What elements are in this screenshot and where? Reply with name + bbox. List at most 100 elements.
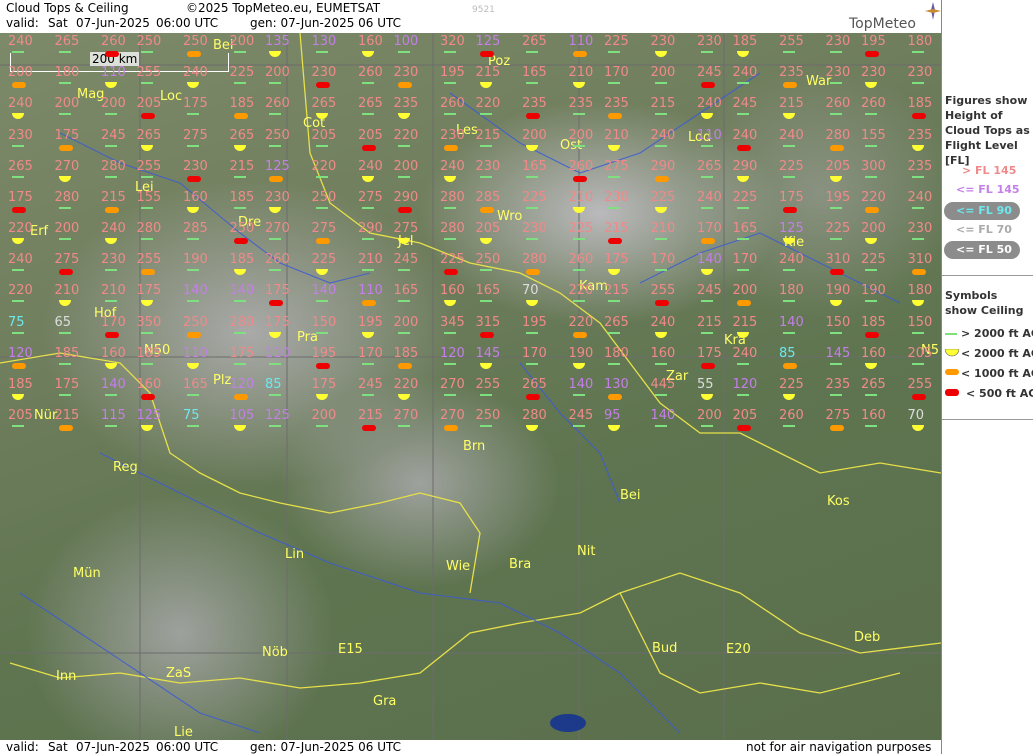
cloud-top-value: 280 [136,221,162,237]
ceiling-symbol [526,113,540,120]
footer-valid-label: valid: [6,740,39,754]
cloud-top-value: 245 [393,252,419,268]
cloud-top-value: 315 [475,314,501,330]
ceiling-symbol [654,144,667,147]
cloud-top-value: 260 [568,158,594,174]
cloud-top-value: 240 [440,158,465,174]
ceiling-symbol [654,362,667,365]
cloud-top-value: 265 [697,158,722,174]
ceiling-symbol [444,144,458,151]
ceiling-symbol [608,238,622,245]
cloud-top-value: 225 [229,65,255,81]
ceiling-symbol [58,425,73,432]
ceiling-symbol [105,113,117,116]
ceiling-symbol [526,175,538,178]
ceiling-symbol [105,300,117,303]
ceiling-symbol [12,300,24,303]
ceiling-symbol [608,113,622,120]
cloud-top-value: 275 [358,189,383,205]
ceiling-symbol [572,393,585,396]
ceiling-symbol [58,269,73,276]
ceiling-symbol [736,82,749,85]
ceiling-symbol [701,82,715,89]
cloud-top-value: 290 [393,189,419,205]
ceiling-symbol [397,425,410,428]
cloud-top-value: 285 [183,221,208,237]
cloud-top-value: 215 [779,96,804,112]
ceiling-symbol [701,144,713,147]
valid-label: valid: [6,16,39,30]
cloud-top-value: 280 [522,252,547,268]
cloud-top-value: 255 [136,158,162,174]
cloud-top-value: 165 [522,65,547,81]
ceiling-symbol [865,331,879,338]
ceiling-symbol [58,362,71,365]
cloud-top-value: 205 [825,158,851,174]
ceiling-symbol [783,206,797,213]
ceiling-symbol [783,175,795,178]
cloud-top-value: 65 [54,314,72,330]
cloud-top-value: 215 [358,408,383,424]
ceiling-symbol [58,82,71,85]
ceiling-symbol [187,113,199,116]
ceiling-symbol [829,82,842,85]
ceiling-symbol [829,393,842,396]
cloud-top-value: 185 [8,376,33,392]
cloud-top-value: 140 [229,283,255,299]
cloud-top-value: 200 [393,314,419,330]
ceiling-symbol [58,113,71,116]
ceiling-symbol [12,331,24,334]
valid-date: 07-Jun-2025 [76,16,150,30]
cloud-top-value: 270 [440,408,465,424]
cloud-top-value: 230 [265,189,290,205]
ceiling-symbol [105,175,117,178]
ceiling-symbol [829,206,842,209]
cloud-top-value: 165 [393,283,419,299]
ceiling-symbol [269,238,281,241]
cloud-top-value: 210 [568,189,594,205]
cloud-top-value: 175 [311,376,337,392]
cloud-top-value: 240 [907,189,933,205]
cloud-top-value: 160 [358,34,383,49]
ceiling-symbol [58,51,71,53]
ceiling-symbol [233,113,248,120]
ceiling-symbol [654,238,667,241]
ceiling-symbol [783,425,795,428]
ceiling-symbol [526,206,538,209]
ceiling-symbol [362,362,374,365]
city-label: E20 [726,642,751,657]
ceiling-symbol [654,300,669,307]
ceiling-symbol [315,331,328,334]
cloud-top-value: 175 [265,314,290,330]
cloud-top-value: 120 [732,376,758,392]
cloud-top-value: 255 [136,65,162,81]
ceiling-symbol [479,206,494,213]
cloud-top-value: 230 [101,252,126,268]
ceiling-symbol [233,362,246,365]
cloud-top-value: 170 [522,345,547,361]
ceiling-symbol [315,175,328,178]
ceiling-symbol [479,393,492,396]
cloud-top-value: 175 [54,376,80,392]
cloud-top-value: 210 [101,283,126,299]
ceiling-symbol [105,269,117,272]
cloud-top-value: 310 [907,252,933,268]
cloud-top-value: 230 [697,34,722,49]
ceiling-symbol [140,206,153,209]
cloud-top-value: 290 [358,221,383,237]
cloud-top-value: 180 [907,34,933,49]
ceiling-symbol [362,393,374,396]
legend-ceiling-500: < 500 ft AGL [966,387,1033,400]
ceiling-symbol [187,300,199,303]
city-label: Wie [446,559,471,574]
cloud-top-value: 250 [475,252,501,268]
city-label: Nöb [262,645,288,660]
cloud-top-value: 215 [475,127,501,143]
cloud-top-value: 200 [229,34,255,49]
ceiling-symbol [233,82,246,85]
cloud-top-value: 215 [604,221,629,237]
cloud-top-value: 280 [101,158,126,174]
cloud-top-value: 175 [229,345,255,361]
ceiling-symbol [105,425,117,428]
compass-star-icon [925,2,941,20]
